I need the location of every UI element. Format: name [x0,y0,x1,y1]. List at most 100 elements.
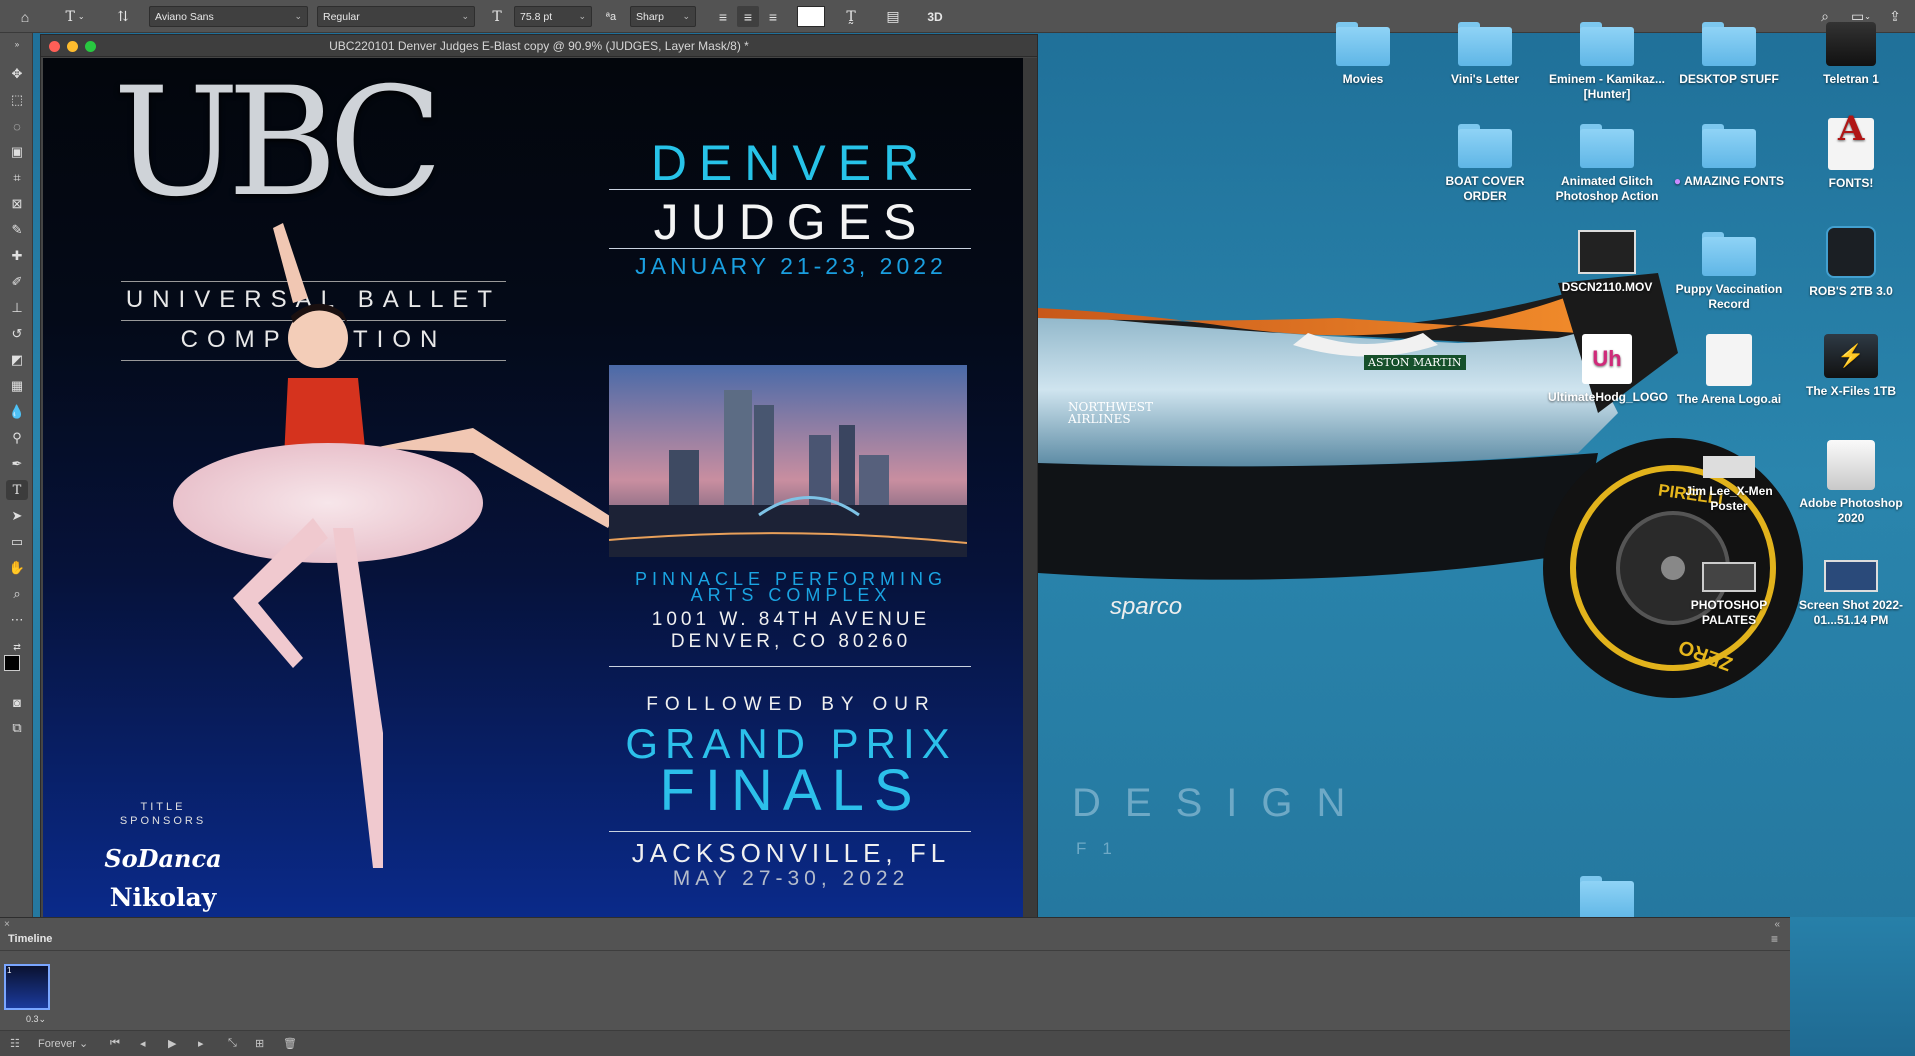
video-thumbnail-icon [1578,230,1636,274]
clone-stamp-tool-icon[interactable]: ⊥ [6,298,28,318]
text-color-swatch[interactable] [797,6,825,27]
blur-tool-icon[interactable]: 💧 [6,402,28,422]
desktop-icon-xfiles[interactable]: ⚡ The X-Files 1TB [1792,334,1910,399]
collapse-panel-icon[interactable]: « [1774,919,1780,930]
desktop-icon-teletran[interactable]: Teletran 1 [1792,22,1910,87]
rectangle-tool-icon[interactable]: ▭ [6,532,28,552]
desktop-icon-glitch-action[interactable]: Animated Glitch Photoshop Action [1548,124,1666,204]
lasso-tool-icon[interactable]: ◌ [6,116,28,136]
brush-tool-icon[interactable]: ✐ [6,272,28,292]
align-left-icon[interactable]: ≡ [712,6,734,27]
marquee-tool-icon[interactable]: ⬚ [6,90,28,110]
zoom-window-icon[interactable] [85,41,96,52]
3d-button[interactable]: 3D [922,6,948,27]
font-size-select[interactable]: 75.8 pt [514,6,592,27]
document-vertical-scrollbar[interactable] [1023,58,1037,917]
desktop-icon-arena-logo[interactable]: The Arena Logo.ai [1670,334,1788,407]
type-tool-icon[interactable]: T [6,480,28,500]
previous-frame-icon[interactable]: ◂ [140,1037,146,1050]
dodge-tool-icon[interactable]: ⚲ [6,428,28,448]
panel-menu-icon[interactable]: ≡ [1771,932,1778,946]
external-drive-icon [1826,226,1876,278]
desktop-icon-puppy[interactable]: Puppy Vaccination Record [1670,232,1788,312]
collapse-arrows-icon[interactable]: » [6,34,28,54]
healing-brush-tool-icon[interactable]: ✚ [6,246,28,266]
text-orientation-icon[interactable]: ⇅ [112,6,134,27]
move-tool-icon[interactable]: ✥ [6,64,28,84]
folder-icon [1458,22,1512,66]
sponsor-sodanca-logo: SoDanca [104,844,222,873]
close-window-icon[interactable] [49,41,60,52]
desktop-icon-fonts[interactable]: A FONTS! [1792,112,1910,191]
document-title: UBC220101 Denver Judges E-Blast copy @ 9… [329,39,749,53]
loop-select[interactable]: Forever ⌄ [38,1037,88,1050]
pen-tool-icon[interactable]: ✒ [6,454,28,474]
history-brush-tool-icon[interactable]: ↺ [6,324,28,344]
eraser-tool-icon[interactable]: ◩ [6,350,28,370]
animation-frame-thumbnail[interactable]: 1 [4,964,50,1010]
ai-file-icon [1706,334,1752,386]
timeline-controls: ☷ Forever ⌄ ⏮ ◂ ▶ ▸ ⤡ ⊞ 🗑 [0,1030,1790,1056]
next-frame-icon[interactable]: ▸ [198,1037,204,1050]
timeline-tab[interactable]: Timeline [0,928,58,950]
desktop-icon-screenshot[interactable]: Screen Shot 2022-01...51.14 PM [1792,560,1910,628]
desktop-icon-eminem[interactable]: Eminem - Kamikaz...[Hunter] [1548,22,1666,102]
convert-timeline-icon[interactable]: ☷ [10,1037,20,1050]
font-file-icon: A [1828,112,1874,170]
document-title-bar[interactable]: UBC220101 Denver Judges E-Blast copy @ 9… [41,35,1037,57]
minimize-window-icon[interactable] [67,41,78,52]
desktop-icon-robs-2tb[interactable]: ROB'S 2TB 3.0 [1792,226,1910,299]
play-icon[interactable]: ▶ [168,1037,176,1050]
frame-delay[interactable]: 0.3⌄ [26,1014,46,1025]
warp-text-icon[interactable]: T̰ [840,6,862,27]
duplicate-frame-icon[interactable]: ⊞ [255,1037,264,1050]
quick-mask-icon[interactable]: ◙ [6,692,28,712]
wallpaper-sub-text: F1 [1076,839,1128,858]
antialias-select[interactable]: Sharp [630,6,696,27]
home-icon[interactable]: ⌂ [14,6,36,27]
purple-tag-dot-icon: ● [1673,174,1685,188]
more-tools-icon[interactable]: ⋯ [6,610,28,630]
swap-colors-icon[interactable]: ⇄ [6,637,28,657]
character-panel-icon[interactable]: ▤ [882,6,904,27]
desktop-icon-movies[interactable]: Movies [1304,22,1422,87]
zoom-tool-icon[interactable]: ⌕ [6,584,28,604]
frame-tool-icon[interactable]: ⊠ [6,194,28,214]
gradient-tool-icon[interactable]: ▦ [6,376,28,396]
delete-frame-icon[interactable]: 🗑 [283,1037,297,1050]
eyedropper-tool-icon[interactable]: ✎ [6,220,28,240]
hand-tool-icon[interactable]: ✋ [6,558,28,578]
crop-tool-icon[interactable]: ⌗ [6,168,28,188]
foreground-color-swatch[interactable] [4,655,20,671]
address-line1: 1001 W. 84TH AVENUE [651,609,931,630]
desktop-icon-jim-lee[interactable]: Jim Lee_X-Men Poster [1670,456,1788,514]
desktop-icon-ultimatehodg[interactable]: Uh UltimateHodg_LOGO [1548,334,1668,405]
desktop-icon-amazing-fonts[interactable]: ● AMAZING FONTS [1670,124,1788,189]
sponsors-label1: TITLE [140,801,186,813]
font-family-select[interactable]: Aviano Sans [149,6,308,27]
folder-icon [1458,124,1512,168]
tween-icon[interactable]: ⤡ [228,1037,237,1050]
timeline-panel: × « Timeline ≡ 1 0.3⌄ ☷ Forever ⌄ ⏮ ◂ ▶ … [0,917,1790,1056]
desktop-icon-ps-palates[interactable]: PHOTOSHOP PALATES [1670,562,1788,628]
path-selection-tool-icon[interactable]: ➤ [6,506,28,526]
screen-mode-icon[interactable]: ⧉ [6,718,28,738]
desktop-icon-vinis-letter[interactable]: Vini's Letter [1426,22,1544,87]
font-style-select[interactable]: Regular [317,6,475,27]
desktop-icon-dscn-mov[interactable]: DSCN2110.MOV [1548,230,1666,295]
type-tool-preset-icon[interactable]: T ⌄ [60,6,90,27]
desktop-icon-desktop-stuff[interactable]: DESKTOP STUFF [1670,22,1788,87]
align-center-icon[interactable]: ≡ [737,6,759,27]
wallpaper-brand-northwest: NORTHWEST AIRLINES [1068,400,1153,426]
wallpaper-design-text: DESIGN [1072,781,1370,825]
event-dates: JANUARY 21-23, 2022 [635,253,947,279]
document-canvas[interactable]: UBC UNIVERSAL BALLET COMPETITION DENVER … [43,58,1023,917]
align-right-icon[interactable]: ≡ [762,6,784,27]
first-frame-icon[interactable]: ⏮ [110,1037,120,1050]
object-select-tool-icon[interactable]: ▣ [6,142,28,162]
image-thumbnail-icon [1703,456,1755,478]
desktop-icon-boat-cover[interactable]: BOAT COVER ORDER [1426,124,1544,204]
address-line2: DENVER, CO 80260 [670,631,912,652]
denver-skyline-photo [609,365,967,557]
desktop-icon-adobe-ps[interactable]: Adobe Photoshop 2020 [1792,440,1910,526]
